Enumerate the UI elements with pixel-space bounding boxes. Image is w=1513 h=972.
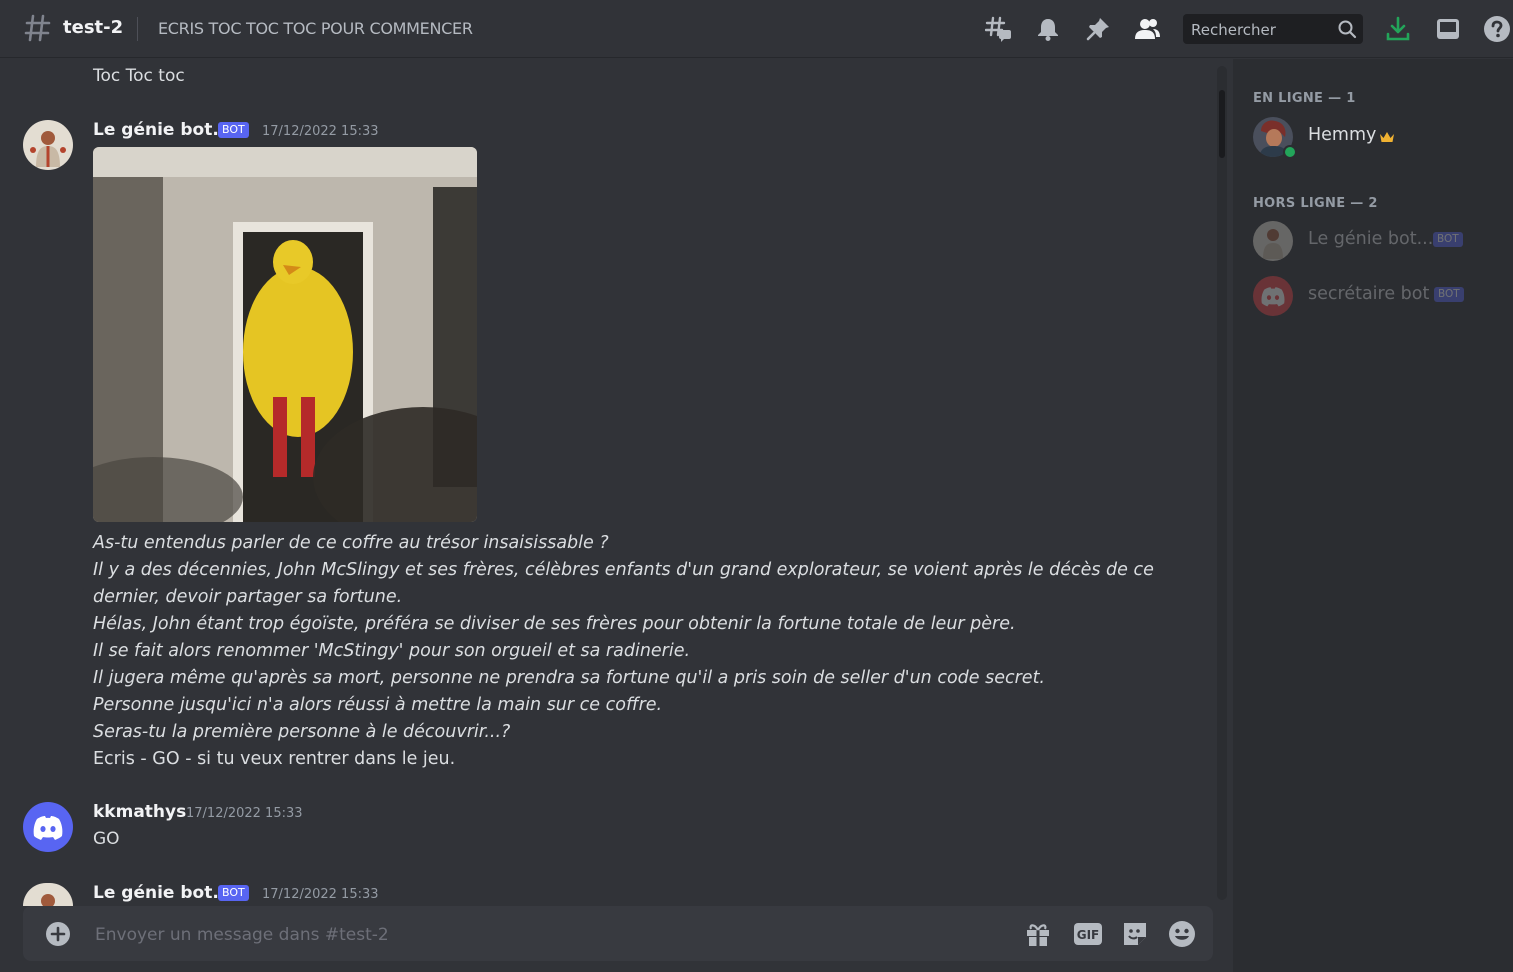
member-avatar <box>1253 276 1293 316</box>
message-author[interactable]: Le génie bot... <box>93 883 232 903</box>
gift-icon[interactable] <box>1023 919 1053 949</box>
message-timestamp: 17/12/2022 15:33 <box>186 806 303 821</box>
gif-picker-button[interactable]: GIF <box>1073 919 1103 949</box>
story-line: Hélas, John étant trop égoïste, préféra … <box>93 614 1016 634</box>
bot-badge: BOT <box>218 122 249 138</box>
online-status-icon <box>1285 147 1295 157</box>
discord-logo-icon <box>33 816 63 840</box>
bot-badge: BOT <box>1433 232 1463 247</box>
story-line: Personne jusqu'ici n'a alors réussi à me… <box>93 695 663 715</box>
channel-topic[interactable]: ECRIS TOC TOC TOC POUR COMMENCER <box>158 19 473 38</box>
notification-bell-icon[interactable] <box>1034 15 1062 43</box>
story-line: Il y a des décennies, John McSlingy et s… <box>93 560 1154 580</box>
search-input[interactable] <box>1183 14 1343 46</box>
story-line: Il se fait alors renommer 'McStingy' pou… <box>93 641 691 661</box>
message-input[interactable] <box>93 906 997 963</box>
member-list: EN LIGNE — 1 Hemmy HORS LIGNE — 2 Le gén… <box>1233 59 1513 972</box>
member-list-icon[interactable] <box>1133 15 1161 43</box>
search-bar[interactable] <box>1183 14 1363 46</box>
story-line: As-tu entendus parler de ce coffre au tr… <box>93 533 609 553</box>
story-line: dernier, devoir partager sa fortune. <box>93 587 403 607</box>
help-icon[interactable] <box>1483 15 1511 43</box>
avatar[interactable] <box>23 802 73 852</box>
avatar[interactable] <box>23 120 73 170</box>
scrollbar-track[interactable] <box>1217 66 1227 900</box>
gif-label: GIF <box>1077 928 1100 942</box>
offline-members-header: HORS LIGNE — 2 <box>1253 196 1378 211</box>
message-content: As-tu entendus parler de ce coffre au tr… <box>93 530 1154 773</box>
channel-name: test-2 <box>63 17 124 38</box>
channel-header: test-2 ECRIS TOC TOC TOC POUR COMMENCER <box>0 0 1513 58</box>
member-avatar <box>1253 221 1293 261</box>
hashtag-icon <box>24 14 51 42</box>
story-line: Seras-tu la première personne à le décou… <box>93 722 511 742</box>
message-composer: GIF <box>23 906 1213 963</box>
sticker-icon[interactable] <box>1120 919 1150 949</box>
scrollbar-thumb[interactable] <box>1219 90 1225 158</box>
header-divider <box>137 17 138 41</box>
pin-icon[interactable] <box>1084 15 1112 43</box>
story-line: Ecris - GO - si tu veux rentrer dans le … <box>93 749 456 769</box>
download-icon[interactable] <box>1384 15 1412 43</box>
threads-icon[interactable] <box>985 15 1013 43</box>
member-name: Le génie bot... <box>1308 229 1434 249</box>
bot-badge: BOT <box>218 885 249 901</box>
member-item[interactable]: Hemmy <box>1241 115 1497 159</box>
member-item[interactable]: Le génie bot... BOT <box>1241 219 1497 263</box>
attach-plus-icon[interactable] <box>43 919 73 949</box>
message-text: GO <box>93 829 120 849</box>
emoji-icon[interactable] <box>1167 919 1197 949</box>
message-author[interactable]: Le génie bot... <box>93 120 232 140</box>
member-item[interactable]: secrétaire bot BOT <box>1241 274 1497 318</box>
story-line: Il jugera même qu'après sa mort, personn… <box>93 668 1045 688</box>
online-members-header: EN LIGNE — 1 <box>1253 91 1356 106</box>
member-name: Hemmy <box>1308 125 1377 145</box>
message-timestamp: 17/12/2022 15:33 <box>262 124 379 139</box>
discord-logo-icon <box>1261 287 1285 307</box>
inbox-icon[interactable] <box>1434 15 1462 43</box>
message-timestamp: 17/12/2022 15:33 <box>262 887 379 902</box>
member-name: secrétaire bot <box>1308 284 1430 304</box>
gif-attachment[interactable] <box>93 147 477 522</box>
owner-crown-icon <box>1380 132 1394 142</box>
search-icon <box>1338 20 1357 39</box>
status-ring <box>1283 145 1297 159</box>
bot-badge: BOT <box>1434 287 1464 302</box>
message-author[interactable]: kkmathys <box>93 802 186 822</box>
message-text: Toc Toc toc <box>93 66 185 86</box>
